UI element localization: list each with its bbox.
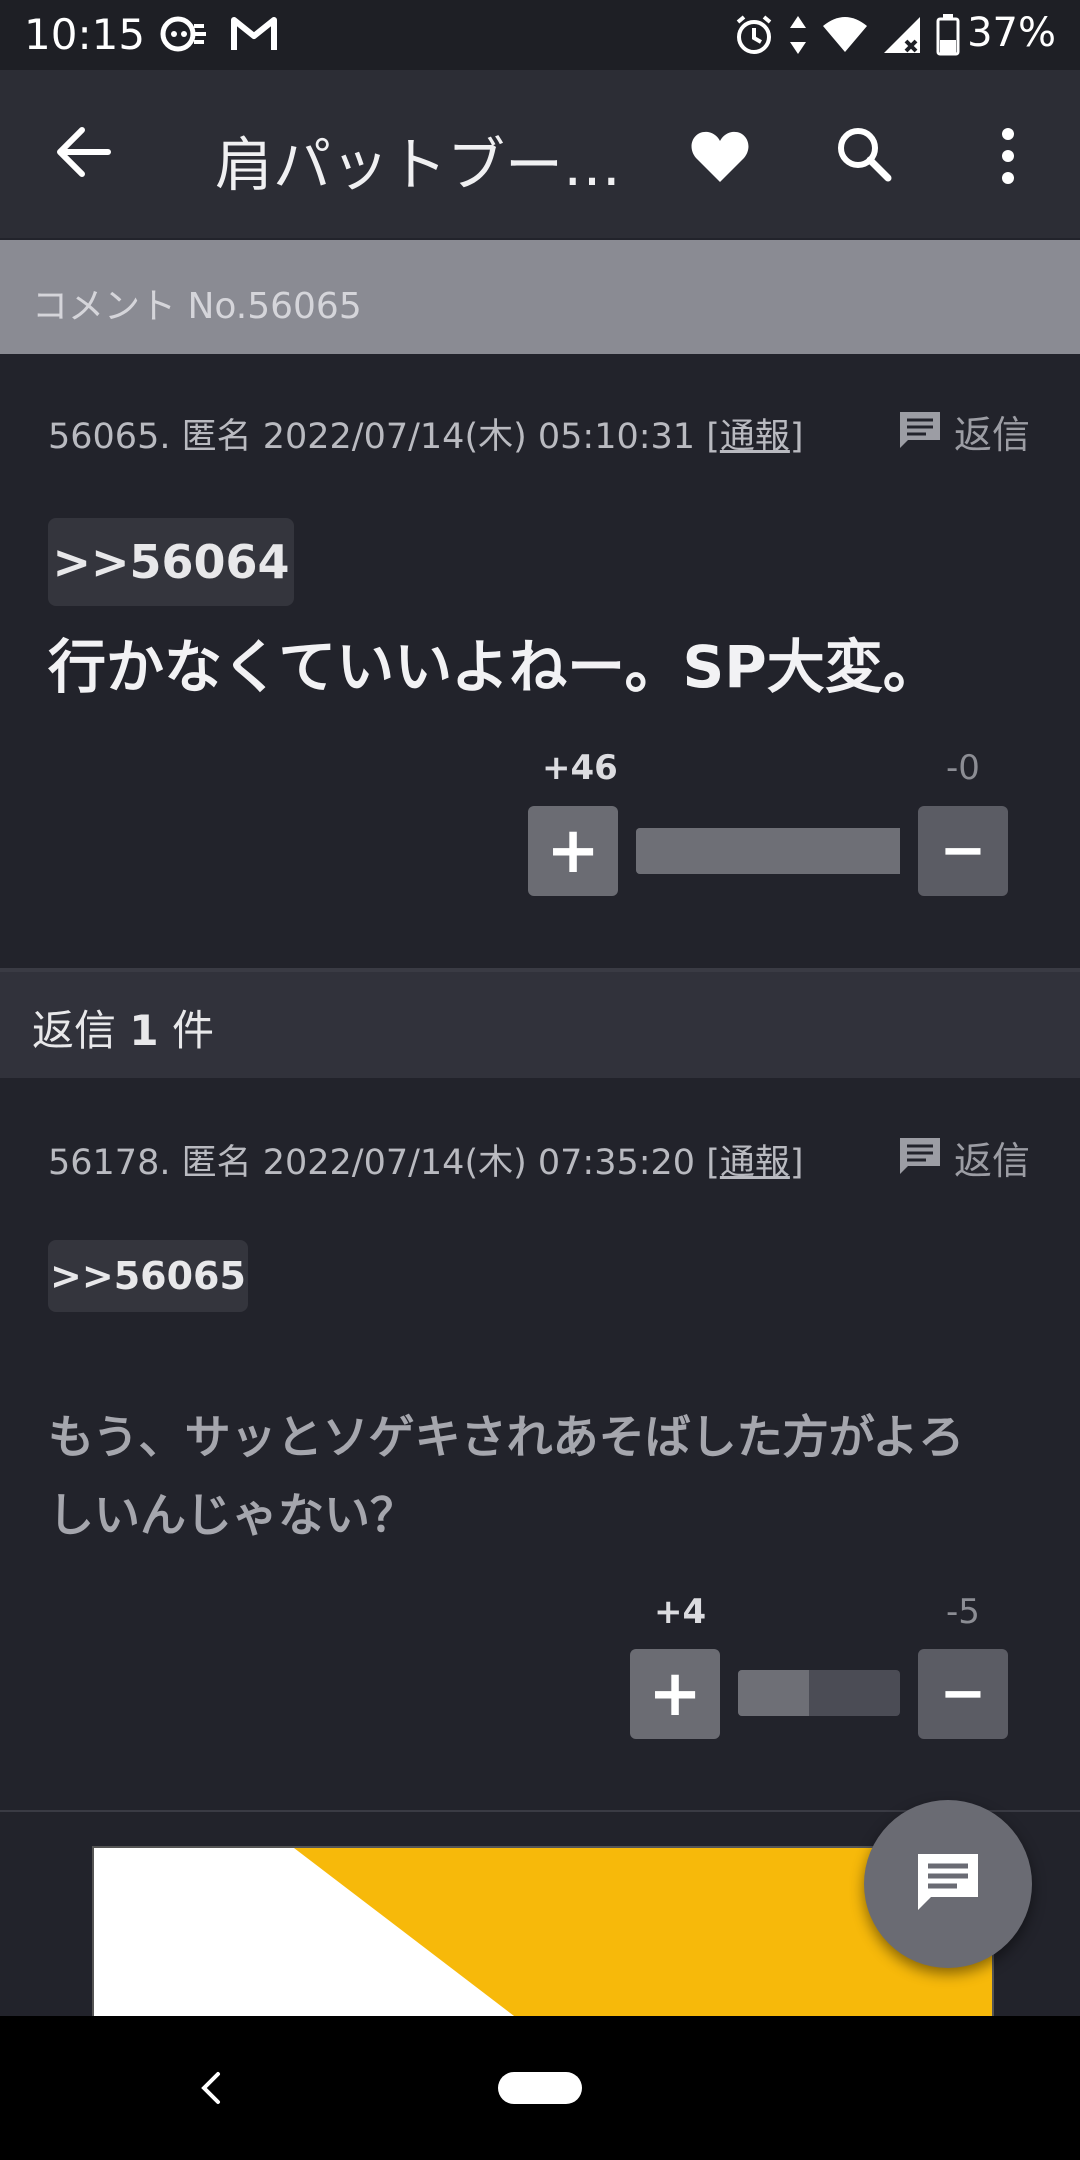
plus-vote-label: + xyxy=(648,1657,702,1731)
status-right-icons xyxy=(734,14,960,60)
vote-ratio-bar xyxy=(738,1670,900,1716)
gmail-icon xyxy=(230,12,278,60)
replies-prefix: 返信 xyxy=(32,1006,130,1055)
status-time: 10:15 xyxy=(24,10,146,59)
plus-vote-button[interactable]: + xyxy=(630,1649,720,1739)
comment-fab-button[interactable] xyxy=(864,1800,1032,1968)
comment-meta-close: ] xyxy=(789,417,804,457)
comment-icon xyxy=(898,1136,942,1180)
report-link[interactable]: 通報 xyxy=(720,1143,790,1183)
reply-label: 返信 xyxy=(954,1139,1031,1183)
comment-icon xyxy=(898,410,942,454)
reply-body: もう、サッとソゲキされあそばした方がよろ しいんじゃない？ xyxy=(48,1398,964,1554)
vote-ratio-fill xyxy=(738,1670,810,1716)
comment-meta-text: 56065. 匿名 2022/07/14(木) 05:10:31 [ xyxy=(48,417,720,457)
reply-label: 返信 xyxy=(954,413,1031,457)
vote-ratio-fill xyxy=(636,828,900,874)
nav-back-icon[interactable] xyxy=(192,2068,228,2108)
nav-home-pill[interactable] xyxy=(498,2072,582,2104)
plus-vote-label: + xyxy=(546,814,600,888)
quote-link[interactable]: >>56064 xyxy=(48,518,294,606)
page-title: 肩パットブー… xyxy=(215,131,622,199)
wifi-icon xyxy=(822,16,868,58)
data-arrows-icon xyxy=(788,14,808,60)
search-icon[interactable] xyxy=(832,122,896,186)
replies-suffix: 件 xyxy=(158,1006,214,1055)
reply-meta-close: ] xyxy=(789,1143,804,1183)
reply-meta-text: 56178. 匿名 2022/07/14(木) 07:35:20 [ xyxy=(48,1143,720,1183)
alarm-icon xyxy=(734,14,774,60)
replies-count-label: 返信 1 件 xyxy=(32,997,214,1058)
reply-button[interactable]: 返信 xyxy=(898,404,1030,459)
comment-body: 行かなくていいよねー。SP大変。 xyxy=(48,633,941,701)
reply-body-line: しいんじゃない？ xyxy=(48,1488,416,1542)
quote-link[interactable]: >>56065 xyxy=(48,1240,248,1312)
replies-count: 1 xyxy=(129,1006,159,1055)
plus-count: +46 xyxy=(542,748,618,788)
minus-vote-button[interactable]: − xyxy=(918,1649,1008,1739)
comment-icon xyxy=(915,1851,981,1917)
back-arrow-icon[interactable] xyxy=(52,120,116,184)
minus-vote-button[interactable]: − xyxy=(918,806,1008,896)
battery-icon xyxy=(936,14,960,60)
report-link[interactable]: 通報 xyxy=(720,417,790,457)
reply-body-line: もう、サッとソゲキされあそばした方がよろ xyxy=(48,1410,965,1464)
comment-meta: 56065. 匿名 2022/07/14(木) 05:10:31 [通報] xyxy=(48,408,804,459)
minus-count: -0 xyxy=(946,748,980,788)
minus-vote-label: − xyxy=(939,818,987,883)
plus-count: +4 xyxy=(654,1592,707,1632)
reply-button[interactable]: 返信 xyxy=(898,1130,1030,1185)
heart-icon[interactable] xyxy=(688,124,752,188)
battery-percent: 37% xyxy=(967,10,1056,56)
assistant-icon xyxy=(160,12,208,60)
comment-number-label: コメント No.56065 xyxy=(32,286,362,327)
vote-ratio-bar xyxy=(636,828,900,874)
status-left-icons xyxy=(160,12,278,60)
minus-vote-label: − xyxy=(939,1661,987,1726)
minus-count: -5 xyxy=(946,1592,980,1632)
reply-meta: 56178. 匿名 2022/07/14(木) 07:35:20 [通報] xyxy=(48,1134,804,1185)
plus-vote-button[interactable]: + xyxy=(528,806,618,896)
signal-icon xyxy=(882,15,922,59)
more-vert-icon[interactable] xyxy=(984,124,1032,188)
